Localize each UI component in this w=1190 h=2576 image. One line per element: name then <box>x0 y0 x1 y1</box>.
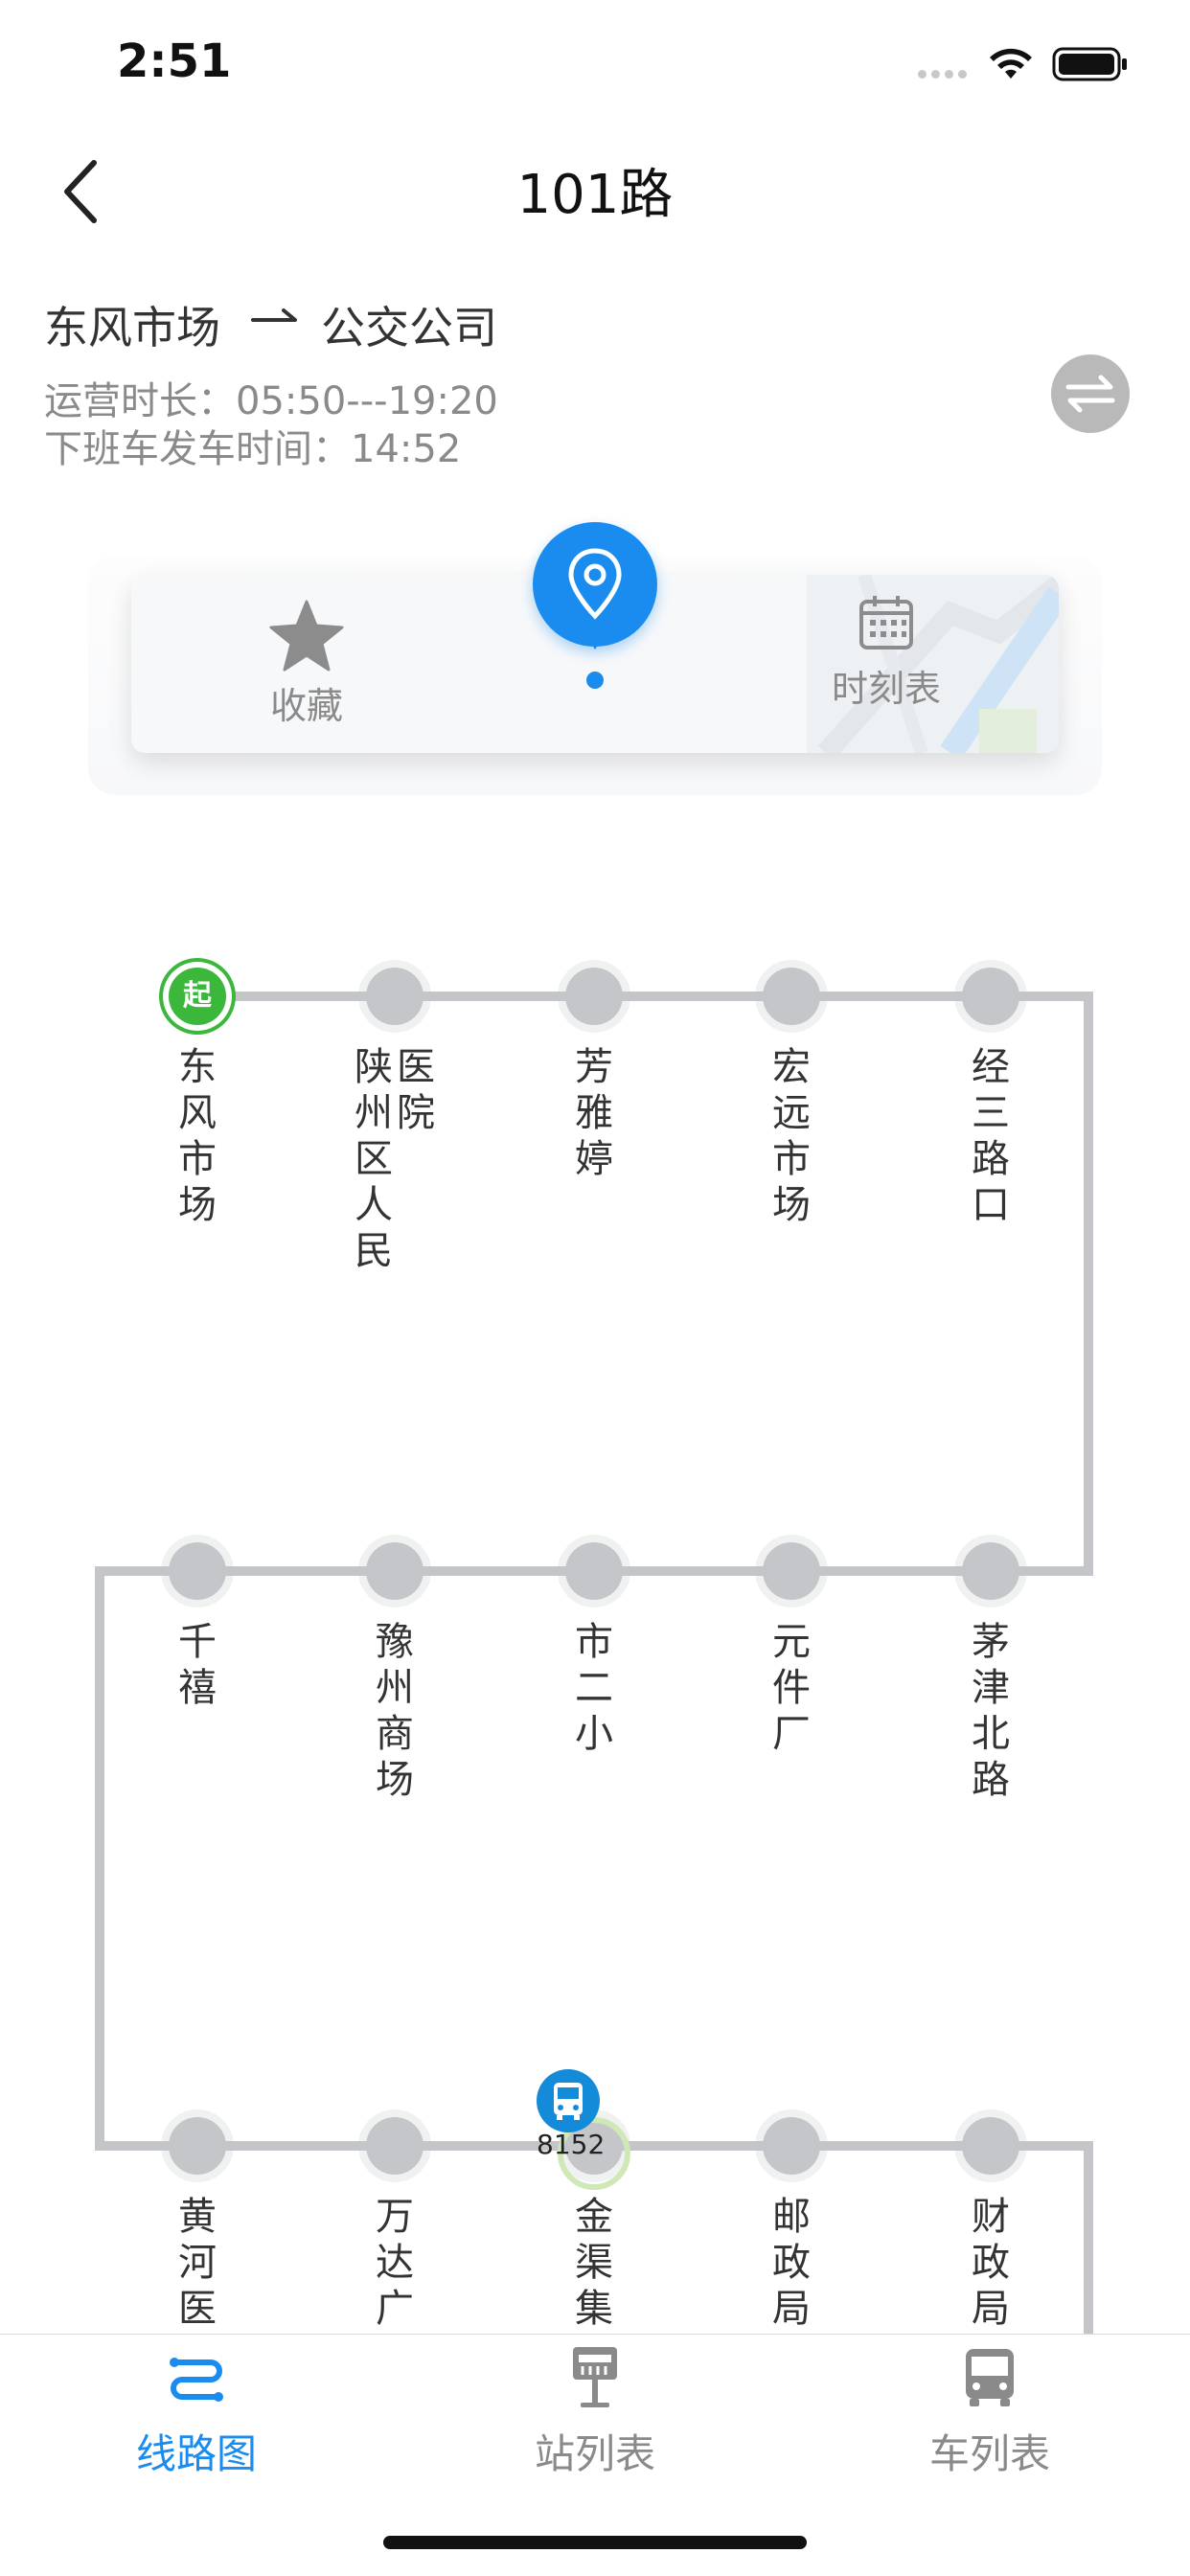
stop-marker[interactable] <box>962 2117 1019 2175</box>
tab-route-map-label: 线路图 <box>135 2430 257 2477</box>
pin-dot <box>586 672 604 689</box>
tab-bus-list-label: 车列表 <box>928 2430 1050 2477</box>
stop-name-col: 医院 <box>397 1045 435 1135</box>
stop-marker[interactable] <box>565 968 623 1025</box>
route-map-icon <box>170 2358 223 2402</box>
bus-icon <box>966 2349 1014 2406</box>
stop-marker[interactable] <box>763 2117 820 2175</box>
favorite-label: 收藏 <box>269 685 343 727</box>
timetable-label: 时刻表 <box>831 668 941 710</box>
tab-stop-list-label: 站列表 <box>534 2430 655 2477</box>
page-title: 101路 <box>516 164 674 226</box>
pin-pointer <box>577 621 613 650</box>
stop-marker[interactable] <box>962 1542 1019 1600</box>
stop-name-col: 陕州区人民 <box>355 1045 393 1273</box>
tab-stop-list[interactable]: 站列表 <box>470 2343 720 2480</box>
bus-icon <box>554 2083 583 2120</box>
stop-name[interactable]: 东风市场 <box>176 1044 218 1228</box>
wifi-icon <box>990 48 1032 79</box>
route-destination: 公交公司 <box>321 302 497 353</box>
stop-name[interactable]: 邮政局 <box>770 2194 812 2332</box>
route-arrow-icon <box>251 308 297 322</box>
swap-direction-button[interactable] <box>1051 354 1130 433</box>
stop-marker[interactable] <box>763 1542 820 1600</box>
calendar-icon <box>859 596 913 650</box>
next-departure: 下班车发车时间：14:52 <box>44 427 462 471</box>
status-time: 2:51 <box>117 34 232 88</box>
swap-icon <box>1065 375 1115 413</box>
stop-marker[interactable] <box>169 2117 226 2175</box>
stop-marker[interactable] <box>763 968 820 1025</box>
timetable-button[interactable]: 时刻表 <box>762 594 1011 712</box>
star-icon <box>269 600 344 672</box>
stop-name[interactable]: 茅津北路 <box>970 1619 1012 1803</box>
stop-marker[interactable] <box>366 968 423 1025</box>
route-origin: 东风市场 <box>44 302 220 353</box>
stop-name[interactable]: 黄河医 <box>176 2194 218 2332</box>
battery-icon <box>1052 47 1127 81</box>
stop-marker[interactable] <box>366 1542 423 1600</box>
bus-marker[interactable] <box>537 2069 600 2132</box>
stop-name[interactable]: 千禧 <box>176 1619 218 1711</box>
stop-marker[interactable] <box>565 1542 623 1600</box>
stop-name[interactable]: 市二小 <box>573 1619 615 1757</box>
stop-name[interactable]: 元件厂 <box>770 1619 812 1757</box>
tab-route-map[interactable]: 线路图 <box>72 2343 321 2480</box>
home-indicator <box>383 2536 807 2549</box>
tab-bus-list[interactable]: 车列表 <box>865 2343 1114 2480</box>
stop-marker[interactable] <box>169 1542 226 1600</box>
stop-name[interactable]: 财政局 <box>970 2194 1012 2332</box>
favorite-button[interactable]: 收藏 <box>182 600 431 729</box>
stop-marker[interactable] <box>366 2117 423 2175</box>
stop-name[interactable]: 经三路口 <box>970 1044 1012 1228</box>
stop-marker[interactable] <box>962 968 1019 1025</box>
stop-name[interactable]: 豫州商场 <box>374 1619 416 1803</box>
stop-name[interactable]: 万达广 <box>374 2194 416 2332</box>
start-badge: 起 <box>183 979 212 1013</box>
stop-name[interactable]: 金渠集 <box>573 2194 615 2332</box>
stop-name[interactable]: 宏远市场 <box>770 1044 812 1228</box>
bus-stop-sign-icon <box>573 2347 617 2407</box>
stop-name[interactable]: 芳雅婷 <box>573 1044 615 1182</box>
bus-number: 8152 <box>537 2129 606 2160</box>
stop-marker[interactable]: 起 <box>169 968 226 1025</box>
